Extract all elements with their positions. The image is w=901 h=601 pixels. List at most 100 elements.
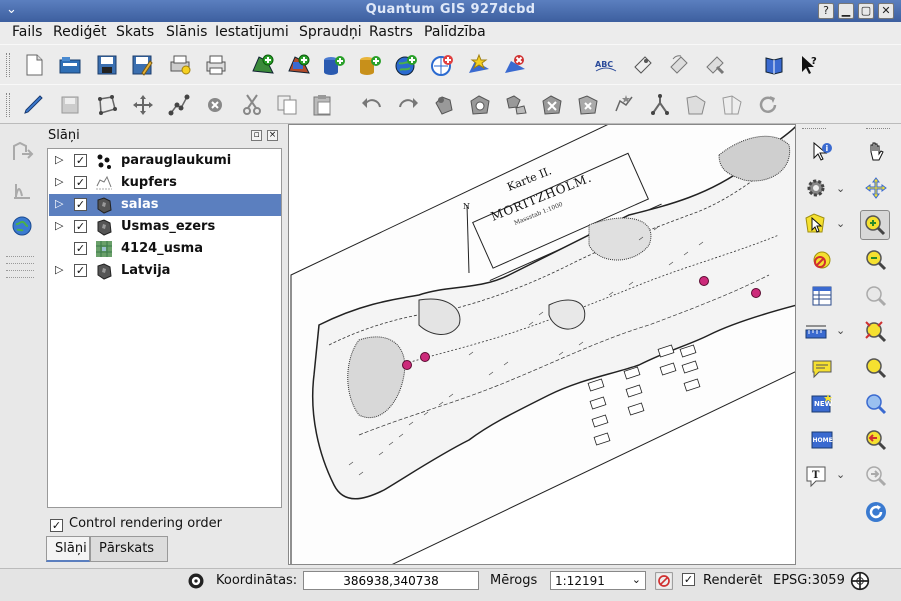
layer-tree[interactable]: ▷ ✓ parauglaukumi ▷ ✓ kupfers ▷ ✓ salas … <box>47 148 282 508</box>
coordinates-field[interactable] <box>303 571 479 590</box>
expand-arrow-icon[interactable]: ▷ <box>55 197 63 210</box>
delete-selected-icon[interactable] <box>203 93 227 117</box>
tab-parskats[interactable]: Pārskats <box>90 536 168 562</box>
delete-ring-icon[interactable] <box>540 93 564 117</box>
label-rotate-icon[interactable] <box>667 53 691 77</box>
add-wms-layer-icon[interactable] <box>394 53 418 77</box>
save-project-icon[interactable] <box>95 53 119 77</box>
new-bookmark-icon[interactable]: NEW <box>810 392 834 416</box>
zoom-last-icon[interactable] <box>864 428 888 452</box>
label-pin-icon[interactable] <box>631 53 655 77</box>
layer-visibility-checkbox[interactable]: ✓ <box>74 242 87 255</box>
coordinate-capture-icon[interactable] <box>186 571 206 591</box>
add-polygon-icon[interactable] <box>95 93 119 117</box>
menu-fails[interactable]: Fails <box>12 24 42 40</box>
map-tips-icon[interactable] <box>810 356 834 380</box>
print-composer-icon[interactable] <box>168 53 192 77</box>
help-window-button[interactable]: ? <box>818 3 834 19</box>
chevron-down-icon[interactable]: ⌄ <box>836 468 845 481</box>
control-rendering-order[interactable]: ✓ Control rendering order <box>50 516 222 532</box>
menu-slanis[interactable]: Slānis <box>166 24 207 40</box>
zoom-full-icon[interactable] <box>864 320 888 344</box>
attribute-table-icon[interactable] <box>810 284 834 308</box>
layer-visibility-checkbox[interactable]: ✓ <box>74 198 87 211</box>
scale-select[interactable]: 1:12191 ⌄ <box>550 571 646 590</box>
chevron-down-icon[interactable]: ⌄ <box>836 324 845 337</box>
save-edits-icon[interactable] <box>58 93 82 117</box>
redo-icon[interactable] <box>396 93 420 117</box>
map-canvas[interactable]: Karte II. MORITZHOLM. Massstab 1:1000 N <box>288 124 796 565</box>
close-button[interactable]: ✕ <box>878 3 894 19</box>
show-bookmarks-icon[interactable]: HOME <box>810 428 834 452</box>
merge-attributes-icon[interactable] <box>720 93 744 117</box>
toggle-editing-icon[interactable] <box>22 93 46 117</box>
layer-visibility-checkbox[interactable]: ✓ <box>74 176 87 189</box>
projection-globe-icon[interactable] <box>850 571 870 591</box>
help-contents-icon[interactable] <box>762 53 786 77</box>
toolbar-grip[interactable] <box>6 53 10 77</box>
control-rendering-order-checkbox[interactable]: ✓ <box>50 519 63 532</box>
layer-visibility-checkbox[interactable]: ✓ <box>74 220 87 233</box>
zoom-disabled-icon[interactable] <box>864 284 888 308</box>
menu-rediget[interactable]: Rediģēt <box>53 24 106 40</box>
menu-palidziba[interactable]: Palīdzība <box>424 24 486 40</box>
layer-visibility-checkbox[interactable]: ✓ <box>74 154 87 167</box>
dock-float-button[interactable]: ▫ <box>251 130 262 141</box>
layer-row-usmas-ezers[interactable]: ▷ ✓ Usmas_ezers <box>49 216 281 238</box>
move-label-icon[interactable] <box>10 140 34 164</box>
move-feature-icon[interactable] <box>131 93 155 117</box>
reshape-features-icon[interactable] <box>612 93 636 117</box>
add-part-icon[interactable] <box>504 93 528 117</box>
layer-row-salas[interactable]: ▷ ✓ salas <box>49 194 281 216</box>
labeling-icon[interactable]: ABC <box>594 53 618 77</box>
expand-arrow-icon[interactable]: ▷ <box>55 263 63 276</box>
zoom-next-icon[interactable] <box>864 464 888 488</box>
open-project-icon[interactable] <box>58 53 82 77</box>
split-features-icon[interactable] <box>648 93 672 117</box>
add-raster-layer-icon[interactable] <box>287 53 311 77</box>
print-icon[interactable] <box>204 53 228 77</box>
simplify-feature-icon[interactable] <box>432 93 456 117</box>
layer-visibility-checkbox[interactable]: ✓ <box>74 264 87 277</box>
zoom-in-icon[interactable] <box>860 210 890 240</box>
undo-icon[interactable] <box>360 93 384 117</box>
chevron-down-icon[interactable]: ⌄ <box>836 217 845 230</box>
toolbar-grip[interactable] <box>6 270 34 278</box>
layer-row-4124-usma[interactable]: ✓ 4124_usma <box>49 238 281 260</box>
node-tool-icon[interactable] <box>167 93 191 117</box>
crs-label[interactable]: EPSG:3059 <box>773 573 845 588</box>
remove-layer-icon[interactable] <box>503 53 527 77</box>
layer-row-latvija[interactable]: ▷ ✓ Latvija <box>49 260 281 282</box>
measure-icon[interactable] <box>804 320 828 344</box>
layer-row-parauglaukumi[interactable]: ▷ ✓ parauglaukumi <box>49 150 281 172</box>
zoom-to-layer-icon[interactable] <box>864 356 888 380</box>
layer-row-kupfers[interactable]: ▷ ✓ kupfers <box>49 172 281 194</box>
tab-slani[interactable]: Slāņi <box>46 536 90 562</box>
identify-icon[interactable]: i <box>810 140 834 164</box>
label-change-icon[interactable] <box>703 53 727 77</box>
expand-arrow-icon[interactable]: ▷ <box>55 219 63 232</box>
zoom-out-icon[interactable] <box>864 248 888 272</box>
save-as-icon[interactable] <box>130 53 154 77</box>
text-annotation-icon[interactable]: T <box>804 464 828 488</box>
render-checkbox[interactable]: ✓ <box>682 573 695 586</box>
globe-icon[interactable] <box>10 214 34 238</box>
toolbar-grip[interactable] <box>802 128 826 132</box>
copy-features-icon[interactable] <box>275 93 299 117</box>
pan-hand-icon[interactable] <box>864 140 888 164</box>
pan-to-selection-icon[interactable] <box>864 176 888 200</box>
add-wfs-layer-icon[interactable] <box>430 53 454 77</box>
delete-part-icon[interactable] <box>576 93 600 117</box>
expand-arrow-icon[interactable]: ▷ <box>55 175 63 188</box>
toolbar-grip[interactable] <box>6 93 10 117</box>
add-postgis-layer-icon[interactable] <box>322 53 346 77</box>
paste-features-icon[interactable] <box>310 93 334 117</box>
add-vector-layer-icon[interactable] <box>251 53 275 77</box>
deselect-icon[interactable] <box>810 248 834 272</box>
rotate-symbols-icon[interactable] <box>756 93 780 117</box>
minimize-button[interactable]: ▁ <box>838 3 854 19</box>
zoom-to-selection-icon[interactable] <box>864 392 888 416</box>
new-vector-layer-icon[interactable] <box>467 53 491 77</box>
histogram-icon[interactable] <box>10 178 34 202</box>
new-project-icon[interactable] <box>22 53 46 77</box>
